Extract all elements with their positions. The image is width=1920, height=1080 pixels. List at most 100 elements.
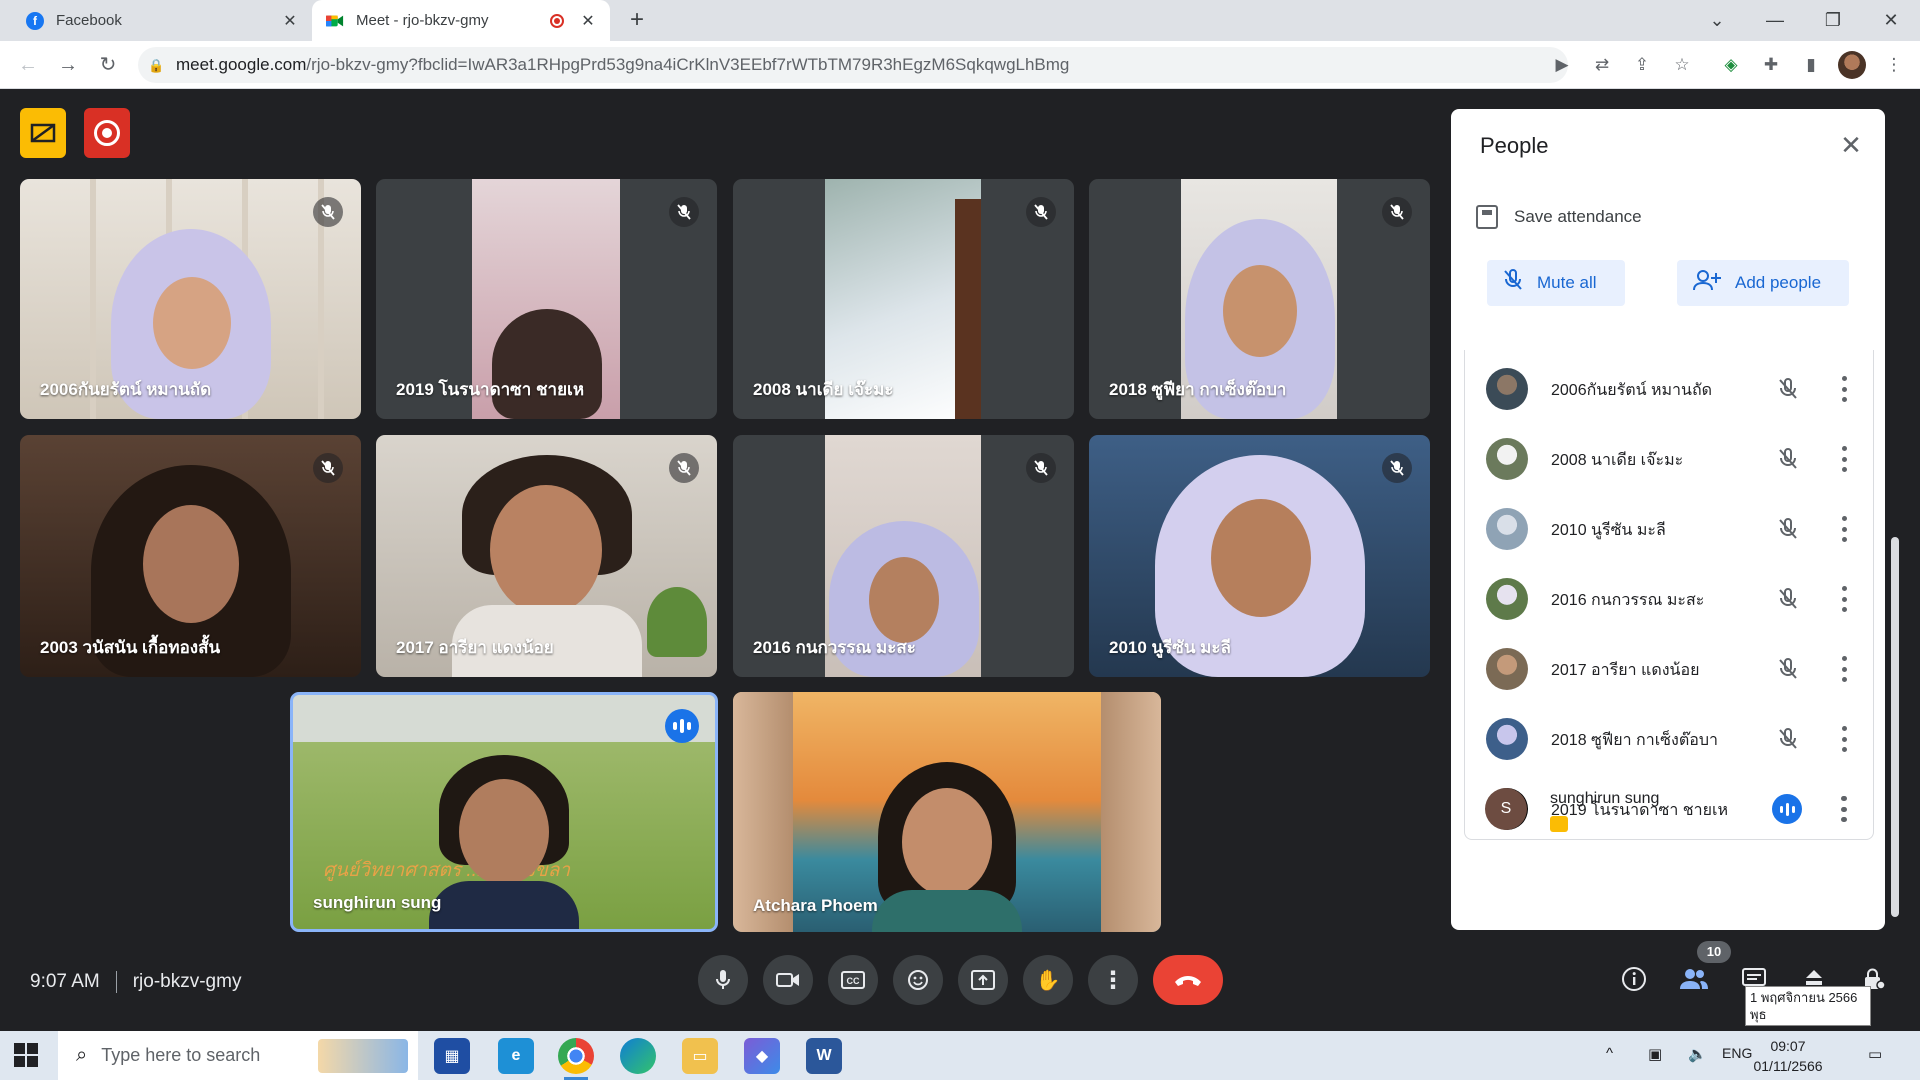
mic-off-icon[interactable]: [1773, 444, 1803, 474]
search-highlight-icon: [318, 1039, 408, 1073]
mic-off-icon[interactable]: [1773, 374, 1803, 404]
microphone-button[interactable]: [698, 955, 748, 1005]
side-panel-icon[interactable]: ▮: [1799, 53, 1823, 77]
tab-meet[interactable]: Meet - rjo-bkzv-gmy ✕: [312, 0, 610, 41]
recording-icon[interactable]: [84, 108, 130, 158]
back-button[interactable]: ←: [14, 51, 42, 79]
panel-scrollbar[interactable]: [1891, 537, 1899, 917]
app-icon[interactable]: ◆: [744, 1038, 780, 1074]
bookmark-star-icon[interactable]: ☆: [1670, 53, 1694, 77]
translate-icon[interactable]: ⇄: [1590, 53, 1614, 77]
profile-avatar[interactable]: [1838, 51, 1866, 79]
video-tile[interactable]: 2018 ซูฟียา กาเซ็งต๊อบา: [1089, 179, 1430, 419]
participant-name: sunghirun sung: [313, 893, 442, 912]
facebook-icon: f: [26, 11, 44, 30]
video-tile[interactable]: 2006กันยรัตน์ หมานถัด: [20, 179, 361, 419]
camera-icon: [776, 973, 799, 987]
word-icon[interactable]: W: [806, 1038, 842, 1074]
present-screen-button[interactable]: [958, 955, 1008, 1005]
network-icon[interactable]: ▣: [1648, 1045, 1662, 1063]
video-tile[interactable]: 2016 กนกวรรณ มะสะ: [733, 435, 1074, 677]
host-controls-icon[interactable]: [20, 108, 66, 158]
participant-name: 2006กันยรัตน์ หมานถัด: [40, 380, 212, 399]
chrome-icon[interactable]: [558, 1038, 594, 1080]
add-people-button[interactable]: Add people: [1677, 260, 1849, 306]
more-options-icon[interactable]: [1839, 656, 1849, 682]
more-options-icon[interactable]: [1838, 796, 1848, 822]
chrome-menu-icon[interactable]: ⋮: [1882, 53, 1906, 77]
hang-up-icon: [1175, 976, 1201, 986]
list-item[interactable]: 2010 นูรีซัน มะลี: [1465, 490, 1873, 560]
list-item[interactable]: 2006กันยรัตน์ หมานถัด: [1465, 350, 1873, 420]
notifications-icon[interactable]: ▭: [1868, 1045, 1882, 1063]
tray-chevron-icon[interactable]: ^: [1606, 1045, 1613, 1062]
taskbar-search-box[interactable]: ⌕ Type here to search: [58, 1031, 418, 1080]
meeting-details-button[interactable]: [1614, 957, 1654, 1001]
video-tile-active-speaker[interactable]: ศูนย์วิทยาศาสตร์ ... 12 สงขลา sunghirun …: [290, 692, 718, 932]
tab-facebook[interactable]: f Facebook ✕: [12, 0, 312, 41]
avatar: [1486, 718, 1528, 760]
maximize-button[interactable]: ❐: [1818, 6, 1848, 34]
reload-button[interactable]: ↻: [94, 51, 122, 79]
video-tile[interactable]: 2008 นาเดีย เจ๊ะมะ: [733, 179, 1074, 419]
captions-button[interactable]: CC: [828, 955, 878, 1005]
windows-start-icon[interactable]: [14, 1043, 38, 1067]
extension-icon[interactable]: ◈: [1719, 53, 1743, 77]
list-item[interactable]: S sunghirun sung: [1464, 770, 1872, 840]
list-item[interactable]: 2018 ซูฟียา กาเซ็งต๊อบา: [1465, 700, 1873, 770]
video-tile[interactable]: 2010 นูรีซัน มะลี: [1089, 435, 1430, 677]
mic-off-icon[interactable]: [1773, 514, 1803, 544]
mic-off-icon: [1026, 197, 1056, 227]
close-window-button[interactable]: ✕: [1876, 6, 1906, 34]
raise-hand-button[interactable]: ✋: [1023, 955, 1073, 1005]
file-explorer-icon[interactable]: ▭: [682, 1038, 718, 1074]
video-tile[interactable]: 2017 อารียา แดงน้อย: [376, 435, 717, 677]
people-button[interactable]: [1674, 957, 1714, 1001]
close-panel-button[interactable]: ✕: [1837, 131, 1865, 159]
more-options-icon[interactable]: [1839, 446, 1849, 472]
more-options-icon[interactable]: [1839, 586, 1849, 612]
list-item[interactable]: 2016 กนกวรรณ มะสะ: [1465, 560, 1873, 630]
url-field[interactable]: 🔒 meet.google.com/rjo-bkzv-gmy?fbclid=Iw…: [138, 47, 1568, 83]
tab-strip: f Facebook ✕ Meet - rjo-bkzv-gmy ✕ + ⌄ —…: [0, 0, 1920, 41]
more-vert-icon: ⋮: [1101, 966, 1125, 994]
list-item[interactable]: 2008 นาเดีย เจ๊ะมะ: [1465, 420, 1873, 490]
camera-permission-icon[interactable]: ▶: [1550, 53, 1574, 77]
mic-off-icon[interactable]: [1773, 654, 1803, 684]
microphone-icon: [716, 970, 730, 989]
minimize-button[interactable]: —: [1760, 6, 1790, 34]
mute-all-button[interactable]: Mute all: [1487, 260, 1625, 306]
speaking-indicator-icon[interactable]: [1772, 794, 1802, 824]
forward-button[interactable]: →: [54, 51, 82, 79]
video-tile[interactable]: Atchara Phoem: [733, 692, 1161, 932]
close-tab-icon[interactable]: ✕: [280, 11, 300, 31]
new-tab-button[interactable]: +: [624, 8, 650, 34]
edge-icon[interactable]: [620, 1038, 656, 1074]
microsoft-store-icon[interactable]: ▦: [434, 1038, 470, 1074]
tab-search-icon[interactable]: ⌄: [1702, 6, 1732, 34]
participant-video: [429, 755, 579, 929]
participant-list: 2006กันยรัตน์ หมานถัด 2008 นาเดีย เจ๊ะมะ…: [1464, 350, 1874, 840]
internet-explorer-icon[interactable]: e: [498, 1038, 534, 1074]
close-tab-icon[interactable]: ✕: [578, 11, 598, 31]
more-options-icon[interactable]: [1839, 376, 1849, 402]
video-tile[interactable]: 2003 วนัสนัน เกื้อทองสั้น: [20, 435, 361, 677]
tab-title: Meet - rjo-bkzv-gmy: [356, 12, 489, 29]
more-options-icon[interactable]: [1839, 516, 1849, 542]
more-options-button[interactable]: ⋮: [1088, 955, 1138, 1005]
reactions-button[interactable]: [893, 955, 943, 1005]
volume-icon[interactable]: 🔈: [1688, 1045, 1707, 1063]
list-item[interactable]: 2017 อารียา แดงน้อย: [1465, 630, 1873, 700]
leave-call-button[interactable]: [1153, 955, 1223, 1005]
lock-icon[interactable]: 🔒: [148, 58, 164, 73]
speaking-indicator-icon: [665, 709, 699, 743]
save-attendance-button[interactable]: Save attendance: [1476, 205, 1642, 229]
extensions-puzzle-icon[interactable]: ✚: [1759, 53, 1783, 77]
mic-off-icon[interactable]: [1773, 724, 1803, 754]
more-options-icon[interactable]: [1839, 726, 1849, 752]
camera-button[interactable]: [763, 955, 813, 1005]
taskbar-clock[interactable]: 09:07 01/11/2566: [1740, 1036, 1836, 1076]
mic-off-icon[interactable]: [1773, 584, 1803, 614]
video-tile[interactable]: 2019 โนรนาดาซา ชายเห: [376, 179, 717, 419]
share-icon[interactable]: ⇪: [1630, 53, 1654, 77]
